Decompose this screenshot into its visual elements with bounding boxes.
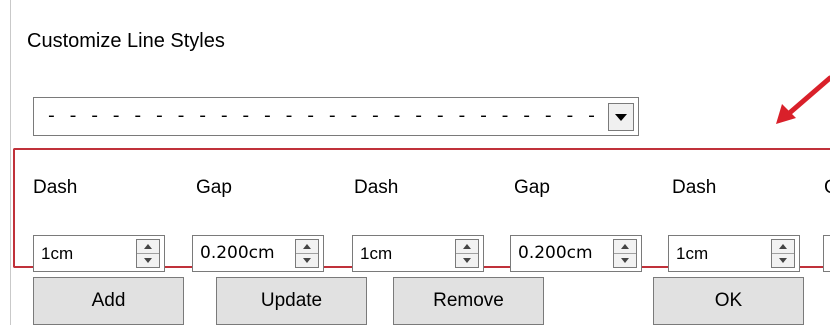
update-button[interactable]: Update <box>216 277 367 325</box>
line-style-combobox[interactable]: - - - - - - - - - - - - - - - - - - - - … <box>33 97 639 136</box>
gap-spinner-2[interactable]: 0.200cm <box>510 235 642 272</box>
dash-value-2: 1cm <box>360 244 393 263</box>
ok-button[interactable]: OK <box>653 277 804 325</box>
dash-value-1: 1cm <box>41 244 74 263</box>
dash-label-1: Dash <box>33 177 78 198</box>
red-arrow-icon <box>776 75 830 124</box>
gap-label-2: Gap <box>514 177 550 198</box>
spin-updown-icon[interactable] <box>295 239 319 268</box>
dash-value-3: 1cm <box>676 244 709 263</box>
spin-updown-icon[interactable] <box>613 239 637 268</box>
line-style-preview: - - - - - - - - - - - - - - - - - - - - … <box>46 107 626 127</box>
combo-dropdown-button[interactable] <box>608 103 634 131</box>
spin-updown-icon[interactable] <box>455 239 479 268</box>
dash-label-2: Dash <box>354 177 399 198</box>
window-left-edge <box>10 0 11 325</box>
remove-button[interactable]: Remove <box>393 277 544 325</box>
gap-spinner-1[interactable]: 0.200cm <box>192 235 324 272</box>
dash-spinner-1[interactable]: 1cm <box>33 235 165 272</box>
gap-label-3: G <box>824 177 830 201</box>
gap-label-1: Gap <box>196 177 232 198</box>
dash-spinner-2[interactable]: 1cm <box>352 235 484 272</box>
gap-value-1: 0.200cm <box>200 243 275 263</box>
gap-spinner-3[interactable] <box>823 235 830 272</box>
dash-label-3: Dash <box>672 177 717 198</box>
customize-line-styles-dialog: Customize Line Styles - - - - - - - - - … <box>0 0 830 325</box>
chevron-down-icon <box>615 114 627 121</box>
gap-value-2: 0.200cm <box>518 243 593 263</box>
spin-updown-icon[interactable] <box>136 239 160 268</box>
spin-updown-icon[interactable] <box>771 239 795 268</box>
add-button[interactable]: Add <box>33 277 184 325</box>
dialog-title: Customize Line Styles <box>27 30 225 52</box>
dash-spinner-3[interactable]: 1cm <box>668 235 800 272</box>
